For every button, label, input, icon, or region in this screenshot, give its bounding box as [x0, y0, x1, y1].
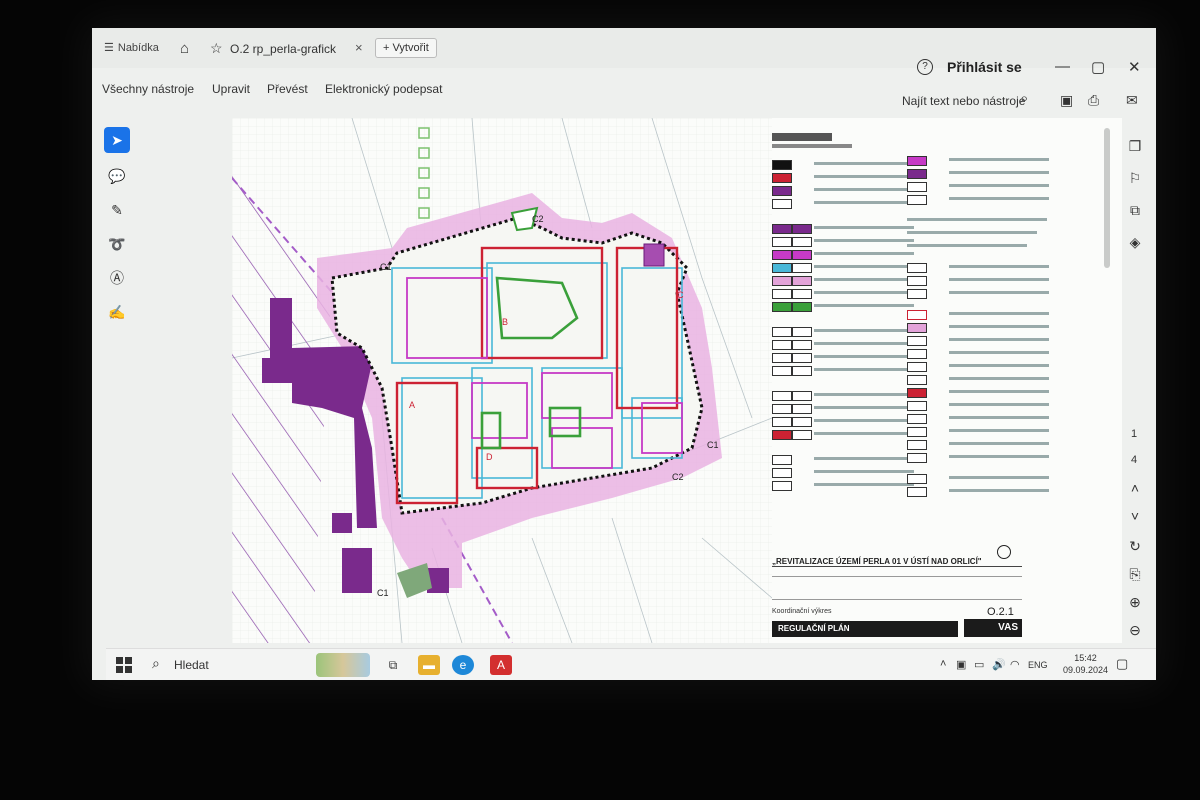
page-current[interactable]: 1	[1122, 428, 1146, 440]
plan-name: REGULAČNÍ PLÁN	[772, 621, 958, 637]
drawing-subtitle: Koordinační výkres	[772, 608, 832, 615]
text-box-icon[interactable]: Ⓐ	[104, 265, 130, 291]
right-rail: ❐ ⚐ ⧉ ◈ 1 4 ˄ ˅ ↻ ⎘ ⊕ ⊖	[1112, 128, 1156, 678]
label-c2-right: C2	[672, 472, 684, 482]
wifi-icon[interactable]: ◠	[1010, 658, 1020, 671]
menu-all-tools[interactable]: Všechny nástroje	[102, 82, 194, 96]
clock-time: 15:42	[1074, 653, 1097, 663]
tab-bar: ☰ Nabídka ⌂ ☆ O.2 rp_perla-grafick × + Vy…	[92, 28, 1156, 76]
document-tab-title[interactable]: O.2 rp_perla-grafick	[230, 42, 336, 56]
acrobat-icon[interactable]: A	[490, 655, 512, 675]
label-b: B	[502, 317, 508, 327]
select-cursor-icon[interactable]: ➤	[104, 127, 130, 153]
zoom-in-icon[interactable]: ⊕	[1124, 594, 1146, 611]
add-comment-icon[interactable]: 💬	[104, 163, 130, 189]
menu-convert[interactable]: Převést	[267, 82, 308, 96]
fit-page-icon[interactable]: ⎘	[1124, 566, 1146, 583]
menu-label: Nabídka	[117, 42, 159, 54]
weather-widget-icon[interactable]	[316, 653, 370, 677]
minimize-icon[interactable]: —	[1055, 58, 1070, 75]
save-icon[interactable]: ▣	[1060, 92, 1073, 109]
language-indicator[interactable]: ENG	[1028, 660, 1048, 670]
label-a: A	[409, 400, 415, 410]
project-title: „REVITALIZACE ÚZEMÍ PERLA 01 V ÚSTÍ NAD …	[772, 557, 1022, 567]
layers-icon[interactable]: ◈	[1124, 234, 1146, 251]
windows-taskbar: ⌕ Hledat ⧉ ▬ e A ˄ ▣ ▭ 🔊 ◠ ENG 15:42 09.…	[106, 648, 1156, 680]
edge-browser-icon[interactable]: e	[452, 655, 474, 675]
regulation-plan-drawing: C1 C1 C1 C2 C2 A B C D	[232, 118, 772, 643]
print-icon[interactable]: ⎙	[1088, 92, 1099, 109]
freehand-lasso-icon[interactable]: ➰	[104, 231, 130, 257]
label-d: D	[486, 452, 493, 462]
tray-app-icon[interactable]: ▣	[956, 658, 966, 671]
menu-edit[interactable]: Upravit	[212, 82, 250, 96]
page-total: 4	[1130, 454, 1138, 466]
help-icon[interactable]: ?	[917, 59, 933, 75]
drawing-code: O.2.1	[987, 606, 1014, 618]
label-c1-bottom: C1	[377, 588, 389, 598]
new-tab-button[interactable]: + Vytvořit	[375, 38, 437, 58]
label-c1-right: C1	[707, 440, 719, 450]
sign-in-button[interactable]: Přihlásit se	[947, 59, 1022, 75]
star-icon[interactable]: ☆	[210, 40, 223, 57]
battery-icon[interactable]: ▭	[974, 658, 984, 671]
label-c2-top: C2	[532, 214, 544, 224]
windows-start-icon[interactable]	[116, 657, 132, 673]
company-logo: VAS	[964, 619, 1022, 637]
vertical-scrollbar[interactable]	[1104, 120, 1110, 640]
file-explorer-icon[interactable]: ▬	[418, 655, 440, 675]
menu-e-sign[interactable]: Elektronický podepsat	[325, 82, 442, 96]
page-down-icon[interactable]: ˅	[1124, 508, 1146, 524]
taskbar-clock[interactable]: 15:42 09.09.2024	[1063, 652, 1108, 676]
notifications-icon[interactable]: ▢	[1116, 656, 1128, 672]
menu-button[interactable]: ☰ Nabídka	[104, 41, 159, 54]
close-tab-icon[interactable]: ×	[355, 40, 363, 55]
pdf-page: C1 C1 C1 C2 C2 A B C D „REVITALIZACE ÚZE…	[232, 118, 1122, 643]
home-icon[interactable]: ⌂	[180, 40, 189, 57]
draw-pen-icon[interactable]: ✎	[104, 197, 130, 223]
title-block: „REVITALIZACE ÚZEMÍ PERLA 01 V ÚSTÍ NAD …	[772, 545, 1022, 639]
clock-date: 09.09.2024	[1063, 665, 1109, 675]
north-arrow-icon	[997, 545, 1011, 559]
find-tools-label[interactable]: Najít text nebo nástroje	[902, 94, 1025, 108]
zoom-out-icon[interactable]: ⊖	[1124, 622, 1146, 639]
rotate-icon[interactable]: ↻	[1124, 538, 1146, 555]
label-c: C	[677, 290, 684, 300]
page-up-icon[interactable]: ˄	[1124, 480, 1146, 496]
sign-icon[interactable]: ✍	[104, 299, 130, 325]
tray-chevron-icon[interactable]: ˄	[940, 658, 946, 670]
scroll-thumb[interactable]	[1104, 128, 1110, 268]
volume-icon[interactable]: 🔊	[992, 658, 1006, 671]
bookmarks-icon[interactable]: ⚐	[1124, 170, 1146, 187]
task-view-icon[interactable]: ⧉	[382, 655, 404, 675]
pages-icon[interactable]: ⧉	[1124, 202, 1146, 219]
screen: ☰ Nabídka ⌂ ☆ O.2 rp_perla-grafick × + Vy…	[92, 28, 1156, 680]
search-icon[interactable]: ⌕	[1020, 90, 1028, 107]
mail-icon[interactable]: ✉	[1126, 92, 1138, 109]
comments-panel-icon[interactable]: ❐	[1124, 138, 1146, 155]
taskbar-search-label[interactable]: Hledat	[174, 658, 209, 672]
label-c1-top: C1	[380, 262, 392, 272]
taskbar-search-icon[interactable]: ⌕	[152, 655, 160, 672]
